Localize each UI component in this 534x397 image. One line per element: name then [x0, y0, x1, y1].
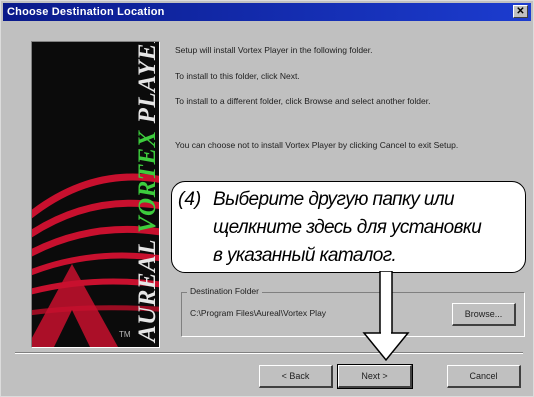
callout-line: щелкните здесь для установки [213, 217, 482, 238]
trademark-mark: TM [119, 330, 131, 339]
instruction-text: Setup will install Vortex Player in the … [175, 45, 373, 55]
destination-folder-label: Destination Folder [187, 286, 262, 296]
instruction-text: To install to a different folder, click … [175, 96, 431, 106]
callout-number: (4) [178, 189, 202, 210]
title-bar: Choose Destination Location ✕ [3, 3, 531, 21]
instruction-text: To install to this folder, click Next. [175, 71, 300, 81]
brand-player: PLAYER [134, 41, 160, 131]
browse-button[interactable]: Browse... [452, 303, 516, 326]
close-button[interactable]: ✕ [513, 5, 528, 18]
brand-vortex: VORTEX [134, 130, 160, 234]
callout-line: Выберите другую папку или [213, 189, 455, 210]
button-divider [15, 352, 523, 354]
next-button[interactable]: Next > [337, 364, 413, 389]
instruction-text: You can choose not to install Vortex Pla… [175, 140, 459, 150]
back-button[interactable]: < Back [259, 365, 333, 388]
cancel-button-label: Cancel [469, 371, 498, 381]
cancel-button[interactable]: Cancel [447, 365, 521, 388]
setup-dialog: Choose Destination Location ✕ AUREAL VOR… [0, 0, 534, 397]
down-arrow-annotation [362, 271, 410, 362]
callout-line: в указанный каталог. [213, 245, 397, 266]
back-button-label: < Back [281, 371, 310, 381]
annotation-callout: (4) Выберите другую папку или щелкните з… [171, 181, 526, 273]
brand-text: AUREAL VORTEX PLAYER [134, 41, 160, 342]
brand-aureal: AUREAL [134, 233, 160, 342]
destination-path: C:\Program Files\Aureal\Vortex Play [190, 308, 327, 318]
browse-button-label: Browse... [464, 309, 503, 319]
close-icon: ✕ [516, 6, 525, 17]
product-banner: AUREAL VORTEX PLAYER TM [31, 41, 160, 348]
window-title: Choose Destination Location [7, 6, 165, 18]
next-button-label: Next > [361, 371, 388, 381]
